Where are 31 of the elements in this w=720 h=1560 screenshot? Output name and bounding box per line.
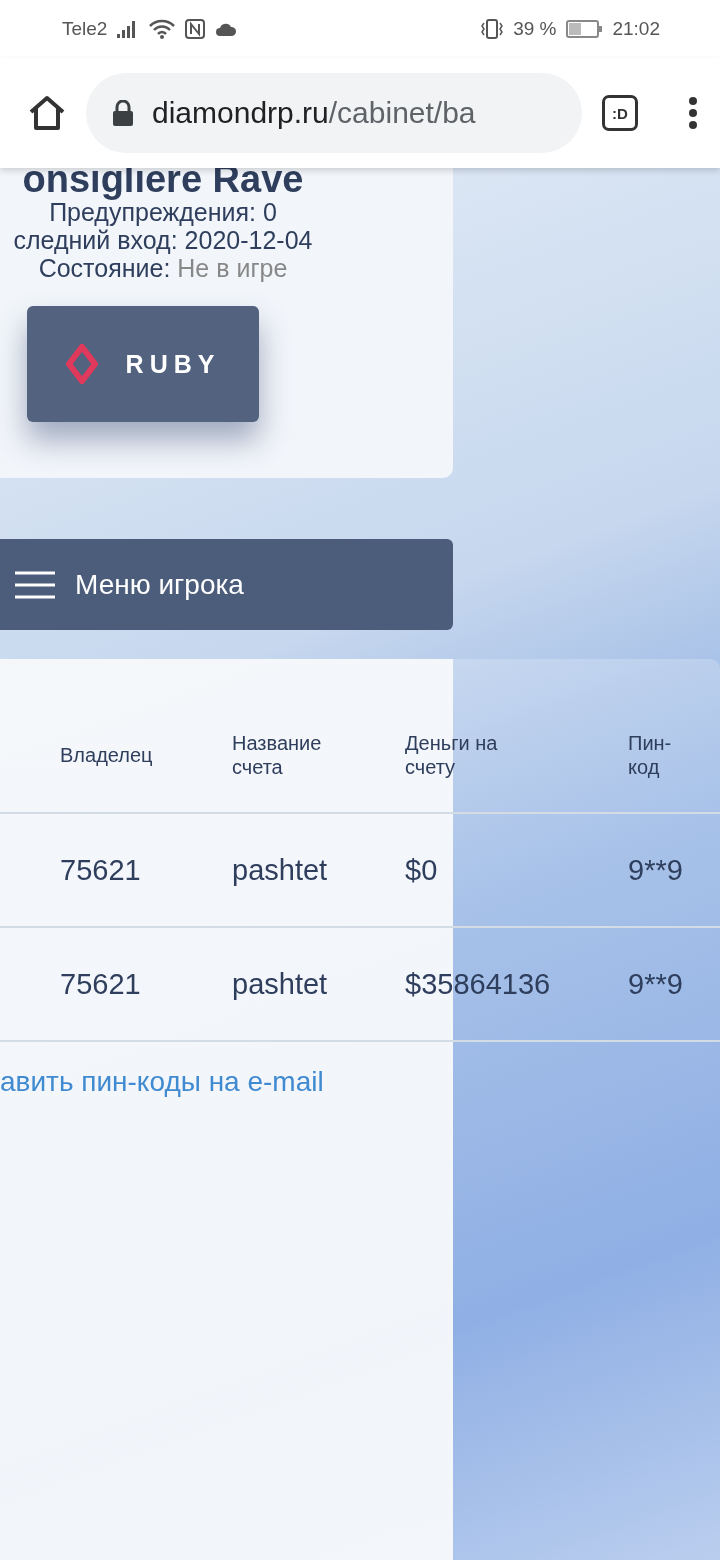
carrier-name: Tele2: [62, 18, 108, 40]
battery-icon: [566, 20, 603, 38]
column-header: Название счета: [232, 731, 323, 779]
send-pins-link[interactable]: авить пин-коды на e-mail: [0, 1066, 324, 1098]
server-badge[interactable]: RUBY: [27, 306, 259, 422]
player-status: Состояние: Не в игре: [38, 254, 288, 282]
menu-icon[interactable]: [688, 96, 698, 130]
tab-switcher-button[interactable]: :D: [602, 95, 638, 131]
table-cell: 75621: [60, 967, 141, 1000]
column-header: Владелец: [60, 743, 154, 767]
lock-icon: [112, 100, 134, 126]
table-cell: 9**9: [628, 967, 683, 1000]
column-header: Деньги на счету: [405, 731, 499, 779]
home-icon[interactable]: [28, 95, 66, 131]
table-cell: pashtet: [232, 967, 328, 1000]
clock-time: 21:02: [612, 18, 660, 40]
diamond-icon: [65, 344, 98, 384]
table-cell: $0: [405, 853, 438, 886]
table-cell: 9**9: [628, 853, 683, 886]
battery-percent: 39 %: [513, 18, 557, 40]
wifi-icon: [149, 19, 176, 39]
player-menu-button[interactable]: Меню игрока: [0, 539, 453, 630]
nfc-icon: [185, 19, 206, 39]
address-bar[interactable]: diamondrp.ru/cabinet/ba: [86, 73, 582, 153]
table-cell: 75621: [60, 853, 141, 886]
table-cell: pashtet: [232, 853, 328, 886]
menu-icon: [15, 570, 55, 599]
cloud-icon: [215, 22, 238, 36]
last-login-date: следний вход: 2020-12-04: [13, 226, 313, 254]
column-header: Пин-код: [628, 731, 673, 779]
vibrate-icon: [481, 18, 504, 40]
